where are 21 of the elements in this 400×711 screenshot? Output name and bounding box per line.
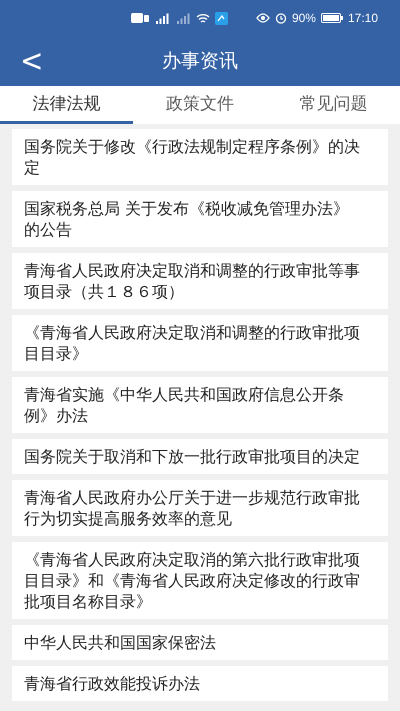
article-item[interactable]: 国务院关于修改《行政法规制定程序条例》的决定: [12, 129, 388, 185]
back-button[interactable]: <: [14, 42, 50, 79]
article-item[interactable]: 青海省实施《中华人民共和国政府信息公开条例》办法: [12, 377, 388, 433]
battery-percent: 90%: [292, 11, 316, 25]
article-item[interactable]: 青海省人民政府办公厅关于进一步规范行政审批行为切实提高服务效率的意见: [12, 480, 388, 536]
signal-icon: [154, 12, 170, 24]
page-title: 办事资讯: [162, 49, 238, 74]
wifi-icon: [196, 12, 210, 24]
article-item[interactable]: 青海省人民政府决定取消和调整的行政审批等事项目录（共１８６项）: [12, 253, 388, 309]
article-item[interactable]: 中华人民共和国国家保密法: [12, 625, 388, 660]
battery-icon: [320, 13, 343, 23]
article-item[interactable]: 青海省行政效能投诉办法: [12, 666, 388, 701]
article-item[interactable]: 国家税务总局 关于发布《税收减免管理办法》的公告: [12, 191, 388, 247]
eye-icon: [256, 13, 270, 23]
signal-icon: [174, 12, 191, 24]
article-item[interactable]: 《青海省人民政府决定取消和调整的行政审批项目目录》: [12, 315, 388, 371]
app-icon: [214, 12, 228, 24]
article-item[interactable]: 国务院关于取消和下放一批行政审批项目的决定: [12, 439, 388, 474]
article-item[interactable]: 《青海省人民政府决定取消的第六批行政审批项目目录》和《青海省人民政府决定修改的行政审批项目名称目录》: [12, 542, 388, 619]
alarm-icon: [274, 12, 287, 24]
clock-time: 17:10: [348, 11, 378, 25]
